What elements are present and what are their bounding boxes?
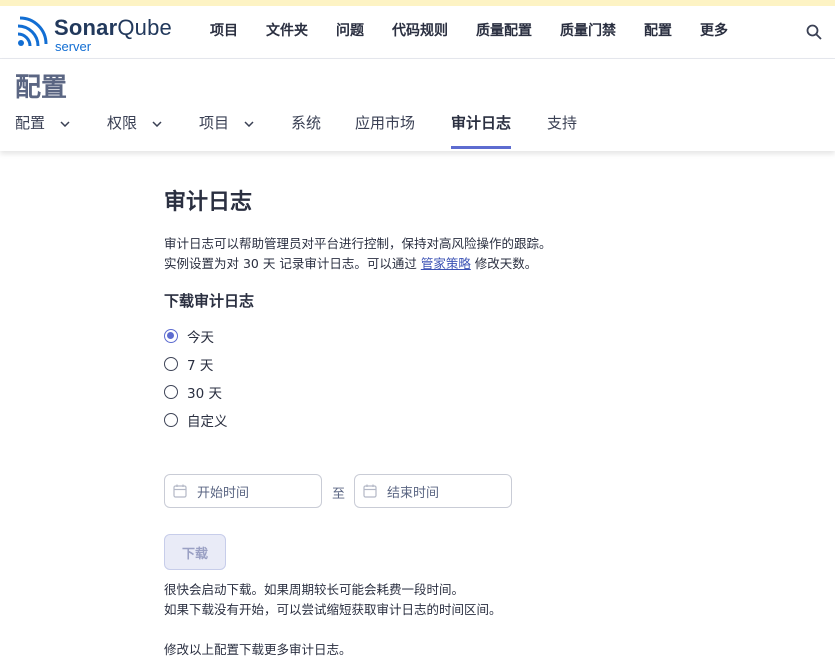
description-text: 实例设置为对 30 天 记录审计日志。可以通过 xyxy=(164,256,421,271)
download-heading: 下载审计日志 xyxy=(164,292,255,310)
housekeeping-link[interactable]: 管家策略 xyxy=(421,256,471,271)
start-date-placeholder: 开始时间 xyxy=(197,485,250,501)
tab-support[interactable]: 支持 xyxy=(547,112,577,133)
tab-configuration[interactable]: 配置 xyxy=(15,112,70,133)
page-header: 配置 配置 权限 项目 系统 应用市场 审计日志 支持 xyxy=(0,59,835,151)
top-navigation-bar: SonarQube server 项目 文件夹 问题 代码规则 质量配置 质量门… xyxy=(0,6,835,59)
date-range-separator: 至 xyxy=(332,487,346,502)
end-date-input[interactable]: 结束时间 xyxy=(354,474,512,508)
sonarqube-logo[interactable]: SonarQube server xyxy=(14,14,174,54)
tab-label: 项目 xyxy=(199,114,230,132)
brand-name: SonarQube xyxy=(54,15,172,40)
brand-edition: server xyxy=(55,39,92,54)
nav-item-issues[interactable]: 问题 xyxy=(336,20,364,40)
description-line: 审计日志可以帮助管理员对平台进行控制，保持对高风险操作的跟踪。 xyxy=(164,236,552,251)
nav-item-administration[interactable]: 配置 xyxy=(644,20,672,40)
tab-audit-logs[interactable]: 审计日志 xyxy=(451,112,512,149)
download-note: 如果下载没有开始，可以尝试缩短获取审计日志的时间区间。 xyxy=(164,602,502,617)
nav-item-more[interactable]: 更多 xyxy=(700,20,728,40)
tab-label: 支持 xyxy=(547,114,578,132)
radio-option-custom[interactable]: 自定义 xyxy=(164,410,228,430)
calendar-icon xyxy=(173,484,187,498)
chevron-down-icon xyxy=(152,120,162,127)
radio-label: 自定义 xyxy=(187,414,228,430)
search-icon[interactable] xyxy=(805,23,823,41)
end-date-placeholder: 结束时间 xyxy=(387,485,440,501)
radio-option-7-days[interactable]: 7 天 xyxy=(164,354,213,374)
description-text: 修改天数。 xyxy=(470,256,538,271)
tab-system[interactable]: 系统 xyxy=(291,112,321,133)
radio-label: 7 天 xyxy=(187,358,214,374)
tab-label: 配置 xyxy=(15,114,46,132)
download-button[interactable]: 下载 xyxy=(164,534,226,570)
tab-label: 审计日志 xyxy=(451,114,512,132)
tab-projects[interactable]: 项目 xyxy=(199,112,254,133)
radio-option-today[interactable]: 今天 xyxy=(164,326,214,346)
start-date-input[interactable]: 开始时间 xyxy=(164,474,322,508)
radio-button[interactable] xyxy=(164,413,178,427)
nav-item-quality-profiles[interactable]: 质量配置 xyxy=(476,20,532,40)
tab-marketplace[interactable]: 应用市场 xyxy=(355,112,415,133)
page-title: 配置 xyxy=(15,73,68,103)
radio-label: 30 天 xyxy=(187,386,222,402)
section-title: 审计日志 xyxy=(164,190,253,215)
radio-label: 今天 xyxy=(187,330,214,346)
chevron-down-icon xyxy=(244,120,254,127)
calendar-icon xyxy=(363,484,377,498)
nav-item-portfolios[interactable]: 文件夹 xyxy=(266,20,308,40)
nav-item-rules[interactable]: 代码规则 xyxy=(392,20,448,40)
tab-label: 应用市场 xyxy=(355,114,416,132)
nav-item-projects[interactable]: 项目 xyxy=(210,20,238,40)
main-nav: 项目 文件夹 问题 代码规则 质量配置 质量门禁 配置 更多 xyxy=(210,20,756,40)
description-line: 实例设置为对 30 天 记录审计日志。可以通过 管家策略 修改天数。 xyxy=(164,254,552,274)
radio-option-30-days[interactable]: 30 天 xyxy=(164,382,222,402)
nav-item-quality-gates[interactable]: 质量门禁 xyxy=(560,20,616,40)
tab-label: 系统 xyxy=(291,114,322,132)
tab-label: 权限 xyxy=(107,114,138,132)
tab-security[interactable]: 权限 xyxy=(107,112,162,133)
section-description: 审计日志可以帮助管理员对平台进行控制，保持对高风险操作的跟踪。 实例设置为对 3… xyxy=(164,234,552,274)
download-note: 修改以上配置下载更多审计日志。 xyxy=(164,642,352,657)
sonar-waves-icon xyxy=(17,16,48,47)
radio-button[interactable] xyxy=(164,329,178,343)
download-note: 很快会启动下载。如果周期较长可能会耗费一段时间。 xyxy=(164,582,465,597)
chevron-down-icon xyxy=(60,120,70,127)
radio-button[interactable] xyxy=(164,385,178,399)
radio-button[interactable] xyxy=(164,357,178,371)
